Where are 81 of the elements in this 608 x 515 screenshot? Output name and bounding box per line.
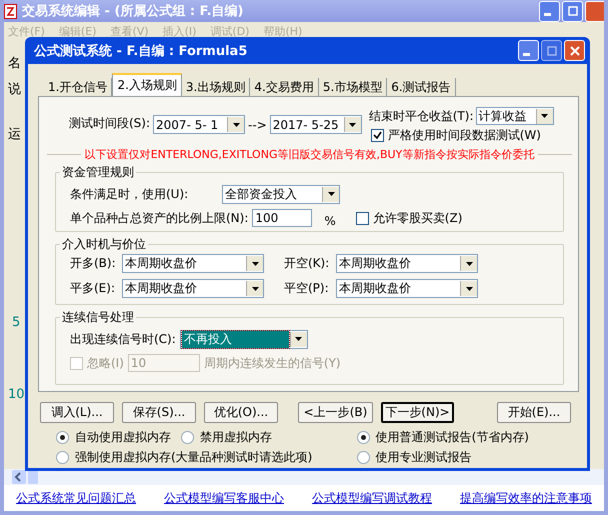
dropdown[interactable]: 不再投入 — [180, 330, 308, 348]
label-fragment: 运 — [8, 126, 21, 143]
group-title: 连续信号处理 — [61, 309, 135, 326]
dropdown-arrow-icon — [466, 262, 472, 266]
minimize-icon — [544, 13, 551, 16]
close-profit-dropdown[interactable]: 计算收益 — [476, 107, 554, 125]
dropdown-arrow-icon — [232, 122, 240, 126]
tab[interactable]: 2.入场规则 — [112, 73, 182, 96]
date-picker[interactable]: 2007- 5- 1 — [153, 115, 246, 134]
dropdown-arrow-icon — [252, 286, 258, 290]
dropdown[interactable]: 本周期收盘价 — [122, 254, 264, 273]
radio-button[interactable] — [181, 431, 194, 444]
radio-button[interactable] — [56, 431, 69, 444]
label-fragment: 10 — [8, 387, 25, 402]
notice-text: 以下设置仅对ENTERLONG,EXITLONG等旧版交易信号有效,BUY等新指令按实际指令价委托 — [84, 146, 536, 162]
window-title: 交易系统编辑 - (所属公式组 : F.自编) — [22, 2, 244, 20]
checkbox-label: 严格使用时间段数据测试(W) — [388, 127, 541, 144]
minimize-icon — [523, 52, 530, 56]
dropdown[interactable]: 本周期收盘价 — [122, 279, 264, 298]
radio-button[interactable] — [356, 431, 370, 444]
dialog-button[interactable]: 优化(O)... — [204, 402, 278, 423]
maximize-icon — [568, 6, 578, 16]
close-profit-label: 结束时平仓收益(T): — [368, 108, 474, 124]
help-link[interactable]: 公式模型编写调试教程 — [312, 490, 432, 506]
field-label: 开多(B): — [70, 255, 117, 272]
dialog-button[interactable]: 调入(L)... — [40, 402, 114, 423]
help-link[interactable]: 公式系统常见问题汇总 — [16, 490, 136, 506]
field-label: 平多(E): — [70, 280, 116, 297]
group-title: 介入时机与价位 — [61, 236, 147, 253]
radio-label: 使用普通测试报告(节省内存) — [376, 429, 529, 446]
label-fragment: 说 — [8, 81, 21, 98]
close-button[interactable] — [585, 0, 604, 22]
close-button[interactable] — [564, 40, 585, 61]
range-arrow: --> — [248, 118, 267, 132]
date-picker[interactable]: 2017- 5-25 — [270, 115, 362, 134]
checkbox-label: 忽略(I) — [87, 354, 124, 372]
radio-label: 强制使用虚拟内存(大量品种测试时请选此项) — [75, 449, 312, 466]
dialog-button[interactable]: 开始(E)... — [497, 402, 571, 423]
checkbox-label: 允许零股买卖(Z) — [372, 210, 462, 226]
help-link[interactable]: 公式模型编写客服中心 — [164, 490, 284, 506]
maximize-icon — [546, 46, 556, 56]
dropdown-arrow-icon — [328, 192, 334, 196]
minimize-button[interactable] — [518, 40, 539, 61]
minimize-button[interactable] — [539, 0, 560, 22]
dropdown[interactable]: 本周期收盘价 — [336, 254, 478, 273]
input-field[interactable]: 100 — [252, 209, 312, 227]
group-title: 资金管理规则 — [61, 164, 135, 181]
scroll-left-icon[interactable] — [12, 470, 26, 484]
field-label: 开空(K): — [284, 255, 330, 272]
field-label: 出现连续信号时(C): — [70, 330, 176, 348]
radio-label: 禁用虚拟内存 — [200, 429, 272, 446]
dropdown-arrow-icon — [466, 286, 472, 290]
radio-button[interactable] — [356, 451, 370, 464]
unit-label: % — [324, 214, 336, 228]
dropdown-arrow-icon — [295, 337, 302, 341]
field-label: 周期内连续发生的信号(Y) — [204, 354, 341, 372]
field-label: 平空(P): — [284, 280, 330, 297]
dropdown-arrow-icon — [252, 262, 258, 266]
close-icon — [570, 46, 580, 56]
dropdown-arrow-icon — [349, 122, 356, 126]
label-fragment: 名 — [8, 55, 21, 72]
dialog-button[interactable]: <上一步(B) — [298, 402, 373, 423]
field-label: 条件满足时，使用(U): — [70, 186, 190, 202]
app-icon — [4, 4, 17, 18]
dropdown[interactable]: 本周期收盘价 — [336, 279, 478, 298]
maximize-button[interactable] — [562, 0, 583, 22]
help-link[interactable]: 提高编写效率的注意事项 — [460, 490, 592, 506]
radio-label: 自动使用虚拟内存 — [75, 429, 171, 446]
dropdown-arrow-icon — [541, 114, 548, 118]
field-label: 单个品种占总资产的比例上限(N): — [70, 210, 248, 226]
radio-button[interactable] — [56, 451, 69, 464]
scroll-thumb[interactable] — [28, 470, 38, 484]
dialog-title: 公式测试系统 - F.自编 : Formula5 — [34, 42, 248, 60]
label-fragment: 5 — [12, 315, 20, 330]
dialog-button[interactable]: 下一步(N)> — [381, 402, 454, 423]
checkbox[interactable] — [356, 212, 369, 224]
dialog-button[interactable]: 保存(S)... — [122, 402, 196, 423]
radio-label: 使用专业测试报告 — [376, 449, 472, 466]
period-label: 测试时间段(S): — [69, 115, 150, 132]
dropdown[interactable]: 全部资金投入 — [222, 184, 340, 204]
checkbox[interactable] — [370, 129, 384, 142]
